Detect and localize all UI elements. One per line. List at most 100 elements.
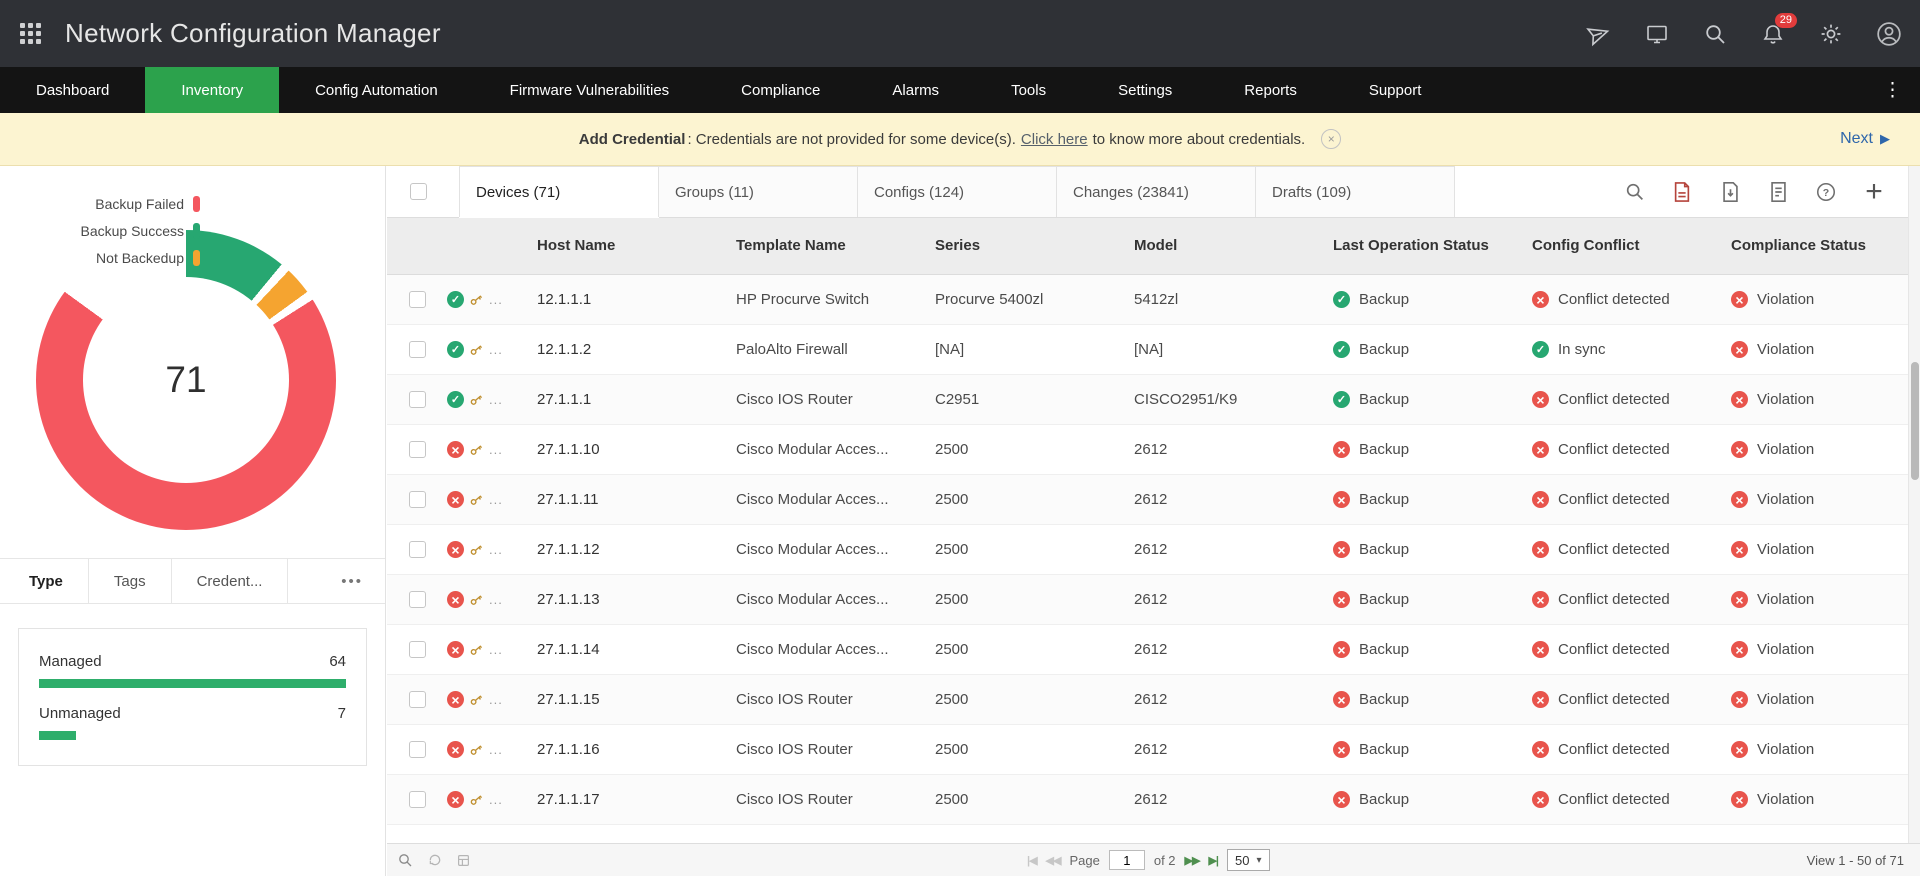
host-name-link[interactable]: 27.1.1.16 (537, 741, 600, 758)
credential-key-icon[interactable] (466, 639, 487, 660)
table-row[interactable]: ... 27.1.1.16 Cisco IOS Router 2500 2612… (387, 725, 1908, 775)
refresh-icon[interactable] (428, 853, 442, 867)
credential-key-icon[interactable] (466, 589, 487, 610)
settings-gear-icon[interactable] (1818, 21, 1844, 47)
host-name-link[interactable]: 27.1.1.13 (537, 591, 600, 608)
host-name-link[interactable]: 27.1.1.15 (537, 691, 600, 708)
main-tab[interactable]: Devices (71) (459, 166, 659, 217)
table-row[interactable]: ... 27.1.1.14 Cisco Modular Acces... 250… (387, 625, 1908, 675)
backup-device-icon[interactable] (1718, 180, 1742, 204)
vertical-scrollbar[interactable] (1908, 166, 1920, 843)
column-header[interactable]: Series (935, 237, 1134, 256)
nav-item[interactable]: Inventory (145, 67, 279, 113)
nav-item[interactable]: Compliance (705, 67, 856, 113)
more-tabs-icon[interactable]: ••• (319, 559, 385, 603)
upload-config-icon[interactable] (1766, 180, 1790, 204)
table-row[interactable]: ... 27.1.1.11 Cisco Modular Acces... 250… (387, 475, 1908, 525)
sidebar-tab[interactable]: Type (4, 559, 89, 603)
row-checkbox[interactable] (409, 691, 426, 708)
column-header[interactable]: Host Name (537, 237, 736, 256)
column-header[interactable]: Last Operation Status (1333, 237, 1532, 256)
credential-key-icon[interactable] (466, 289, 487, 310)
column-header[interactable]: Model (1134, 237, 1333, 256)
apps-grid-icon[interactable] (20, 23, 41, 44)
table-row[interactable]: ... 27.1.1.12 Cisco Modular Acces... 250… (387, 525, 1908, 575)
help-icon[interactable]: ? (1814, 180, 1838, 204)
first-page-button[interactable]: |◀ (1027, 854, 1037, 867)
row-checkbox[interactable] (409, 441, 426, 458)
banner-link[interactable]: Click here (1021, 131, 1088, 148)
pdf-export-icon[interactable] (1670, 180, 1694, 204)
nav-item[interactable]: Dashboard (0, 67, 145, 113)
main-tab[interactable]: Groups (11) (658, 166, 858, 217)
host-name-link[interactable]: 27.1.1.11 (537, 491, 598, 508)
page-size-select[interactable]: 50 ▾ (1227, 849, 1270, 871)
sidebar-tab[interactable]: Credent... (172, 559, 289, 603)
host-name-link[interactable]: 27.1.1.14 (537, 641, 600, 658)
table-row[interactable]: ... 27.1.1.1 Cisco IOS Router C2951 CISC… (387, 375, 1908, 425)
table-row[interactable]: ... 27.1.1.17 Cisco IOS Router 2500 2612… (387, 775, 1908, 825)
table-row[interactable]: ... 27.1.1.15 Cisco IOS Router 2500 2612… (387, 675, 1908, 725)
prev-page-button[interactable]: ◀◀ (1046, 854, 1061, 867)
main-tab[interactable]: Configs (124) (857, 166, 1057, 217)
column-header[interactable]: Template Name (736, 237, 935, 256)
nav-item[interactable]: Firmware Vulnerabilities (474, 67, 706, 113)
nav-item[interactable]: Reports (1208, 67, 1333, 113)
host-name-link[interactable]: 27.1.1.1 (537, 391, 591, 408)
nav-item[interactable]: Support (1333, 67, 1458, 113)
host-name-link[interactable]: 27.1.1.10 (537, 441, 600, 458)
row-checkbox[interactable] (409, 341, 426, 358)
column-header[interactable]: Compliance Status (1731, 237, 1920, 256)
host-name-link[interactable]: 12.1.1.2 (537, 341, 591, 358)
table-search-icon[interactable] (1622, 180, 1646, 204)
row-checkbox[interactable] (409, 541, 426, 558)
credential-key-icon[interactable] (466, 539, 487, 560)
sidebar-tab[interactable]: Tags (89, 559, 172, 603)
select-all-checkbox[interactable] (410, 183, 427, 200)
table-row[interactable]: ... 12.1.1.1 HP Procurve Switch Procurve… (387, 275, 1908, 325)
row-checkbox[interactable] (409, 391, 426, 408)
row-checkbox[interactable] (409, 291, 426, 308)
next-button[interactable]: Next▶ (1840, 130, 1890, 148)
row-checkbox[interactable] (409, 591, 426, 608)
add-device-icon[interactable]: + (1862, 180, 1886, 204)
nav-item[interactable]: Config Automation (279, 67, 474, 113)
row-checkbox[interactable] (409, 791, 426, 808)
nav-item[interactable]: Alarms (856, 67, 975, 113)
table-row[interactable]: ... 27.1.1.10 Cisco Modular Acces... 250… (387, 425, 1908, 475)
row-checkbox[interactable] (409, 491, 426, 508)
credential-key-icon[interactable] (466, 389, 487, 410)
footer-search-icon[interactable] (397, 852, 413, 868)
credential-key-icon[interactable] (466, 739, 487, 760)
main-tab[interactable]: Drafts (109) (1255, 166, 1455, 217)
credential-key-icon[interactable] (466, 339, 487, 360)
nav-overflow-icon[interactable]: ⋮ (1865, 67, 1920, 113)
last-page-button[interactable]: ▶| (1208, 854, 1218, 867)
host-name-link[interactable]: 12.1.1.1 (537, 291, 591, 308)
host-name-link[interactable]: 27.1.1.12 (537, 541, 600, 558)
credential-key-icon[interactable] (466, 789, 487, 810)
scrollbar-thumb[interactable] (1911, 362, 1919, 480)
screen-share-icon[interactable] (1644, 21, 1670, 47)
nav-item[interactable]: Tools (975, 67, 1082, 113)
credential-key-icon[interactable] (466, 439, 487, 460)
search-icon[interactable] (1702, 21, 1728, 47)
table-row[interactable]: ... 27.1.1.13 Cisco Modular Acces... 250… (387, 575, 1908, 625)
page-number-input[interactable] (1109, 850, 1145, 870)
notifications-bell-icon[interactable]: 29 (1760, 21, 1786, 47)
top-header: Network Configuration Manager 29 (0, 0, 1920, 67)
row-checkbox[interactable] (409, 641, 426, 658)
nav-item[interactable]: Settings (1082, 67, 1208, 113)
user-avatar[interactable] (1876, 21, 1902, 47)
layout-icon[interactable] (457, 854, 470, 867)
main-tab[interactable]: Changes (23841) (1056, 166, 1256, 217)
credential-key-icon[interactable] (466, 689, 487, 710)
next-page-button[interactable]: ▶▶ (1185, 854, 1200, 867)
dismiss-banner-icon[interactable]: × (1321, 129, 1341, 149)
column-header[interactable]: Config Conflict (1532, 237, 1731, 256)
launch-icon[interactable] (1586, 21, 1612, 47)
credential-key-icon[interactable] (466, 489, 487, 510)
row-checkbox[interactable] (409, 741, 426, 758)
table-row[interactable]: ... 12.1.1.2 PaloAlto Firewall [NA] [NA]… (387, 325, 1908, 375)
host-name-link[interactable]: 27.1.1.17 (537, 791, 600, 808)
